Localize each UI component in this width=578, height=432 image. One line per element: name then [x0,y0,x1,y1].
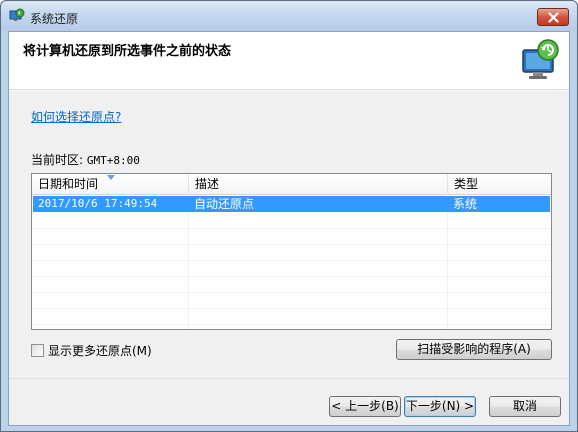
row-divider [33,276,550,277]
column-header-date[interactable]: 日期和时间 [32,174,189,195]
system-restore-icon [9,8,25,24]
back-button[interactable]: < 上一步(B) [329,396,401,417]
column-header-description[interactable]: 描述 [189,174,448,195]
row-divider [33,324,550,325]
column-header-type[interactable]: 类型 [448,174,551,195]
show-more-label[interactable]: 显示更多还原点(M) [48,342,152,359]
row-divider [33,292,550,293]
column-header-date-label: 日期和时间 [38,177,99,191]
sort-arrow-icon [107,175,115,180]
cell-description: 自动还原点 [194,197,255,211]
column-divider [447,212,448,329]
timezone-value: GMT+8:00 [86,154,140,167]
row-divider [33,308,550,309]
table-row[interactable]: 2017/10/6 17:49:54 自动还原点 系统 [33,196,550,212]
column-divider [188,212,189,329]
restore-point-list[interactable]: 日期和时间 描述 类型 2017/10/6 17:49:54 自动还原点 系统 [31,173,552,330]
cell-type: 系统 [453,197,478,211]
row-divider [33,244,550,245]
help-link[interactable]: 如何选择还原点? [31,108,121,125]
close-icon [547,11,559,23]
row-divider [33,260,550,261]
show-more-restore-points[interactable]: 显示更多还原点(M) [31,342,152,358]
close-button[interactable] [537,8,569,26]
timezone-text: 当前时区: GMT+8:00 [31,151,140,168]
cell-date: 2017/10/6 17:49:54 [38,197,158,210]
next-button[interactable]: 下一步(N) > [404,396,476,417]
dialog-body: 如何选择还原点? 当前时区: GMT+8:00 日期和时间 描述 类型 2017… [9,91,569,378]
dialog-header: 将计算机还原到所选事件之前的状态 [9,32,569,90]
list-header: 日期和时间 描述 类型 [32,174,551,195]
scan-affected-programs-button[interactable]: 扫描受影响的程序(A) [396,339,552,360]
row-divider [33,228,550,229]
page-title: 将计算机还原到所选事件之前的状态 [23,44,232,59]
show-more-checkbox[interactable] [31,343,44,357]
dialog-client-area: 将计算机还原到所选事件之前的状态 如何选择还原点? 当前时区: GMT+8:00 [8,31,570,426]
system-restore-window: 系统还原 将计算机还原到所选事件之前的状态 如何选择还原点? 当前时区: GMT… [0,0,578,432]
cancel-button[interactable]: 取消 [489,396,561,417]
system-restore-monitor-icon [515,36,563,84]
dialog-footer [9,379,569,425]
window-title: 系统还原 [30,12,79,26]
title-bar[interactable]: 系统还原 [1,1,577,31]
timezone-label: 当前时区: [31,153,87,167]
